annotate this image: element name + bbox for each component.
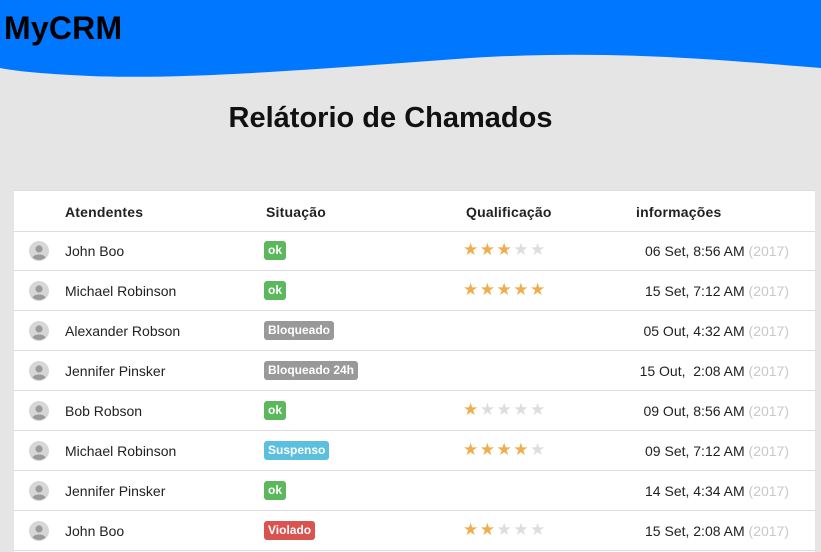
table-row[interactable]: John Boo Violado ★★★★★ 15 Set, 2:08 AM (201… <box>14 511 815 551</box>
star-filled-icon: ★ <box>463 400 480 419</box>
agent-name: John Boo <box>65 523 125 539</box>
header-agents[interactable]: Atendentes <box>65 204 143 220</box>
brand-logo[interactable]: MyCRM <box>4 10 122 47</box>
ticket-info: 05 Out, 4:32 AM (2017) <box>604 323 789 339</box>
star-filled-icon: ★ <box>530 280 547 299</box>
star-filled-icon: ★ <box>463 240 480 259</box>
rating-stars: ★★★★★ <box>463 240 547 260</box>
rating-stars: ★★★★★ <box>463 440 547 460</box>
avatar-icon <box>29 281 49 301</box>
ticket-year: (2017) <box>748 283 789 299</box>
star-empty-icon: ★ <box>530 440 547 459</box>
header-wave <box>0 0 821 77</box>
ticket-info: 15 Out, 2:08 AM (2017) <box>604 363 789 379</box>
star-empty-icon: ★ <box>496 520 514 539</box>
table-row[interactable]: John Boo ok ★★★★★ 06 Set, 8:56 AM (2017) <box>14 231 815 271</box>
status-badge: ok <box>264 241 287 260</box>
avatar-icon <box>29 241 49 261</box>
star-filled-icon: ★ <box>513 280 530 299</box>
ticket-info: 15 Set, 7:12 AM (2017) <box>604 283 789 299</box>
ticket-year: (2017) <box>748 403 789 419</box>
table-row[interactable]: Michael Robinson ok ★★★★★ 15 Set, 7:12 AM (… <box>14 271 815 311</box>
avatar-icon <box>29 521 49 541</box>
star-filled-icon: ★ <box>496 240 514 259</box>
ticket-datetime: 15 Set, 7:12 AM <box>645 283 749 299</box>
table-row[interactable]: Alexander Robson Bloqueado 05 Out, 4:32 AM… <box>14 311 815 351</box>
table-row[interactable]: Bob Robson ok ★★★★★ 09 Out, 8:56 AM (2017) <box>14 391 815 431</box>
rating-stars: ★★★★★ <box>463 400 547 420</box>
status-badge: ok <box>264 281 287 300</box>
ticket-info: 15 Set, 2:08 AM (2017) <box>604 523 789 539</box>
ticket-info: 06 Set, 8:56 AM (2017) <box>604 243 789 259</box>
star-empty-icon: ★ <box>530 520 547 539</box>
star-empty-icon: ★ <box>479 400 497 419</box>
agent-name: Jennifer Pinsker <box>65 363 166 379</box>
ticket-year: (2017) <box>748 243 789 259</box>
table-row[interactable]: Jennifer Pinsker Bloqueado 24h 15 Out, 2:0… <box>14 351 815 391</box>
star-filled-icon: ★ <box>496 280 514 299</box>
ticket-year: (2017) <box>748 483 789 499</box>
agent-name: Alexander Robson <box>65 323 181 339</box>
status-badge: Suspenso <box>264 441 330 460</box>
ticket-info: 09 Set, 7:12 AM (2017) <box>604 443 789 459</box>
table-header-row: Atendentes Situação Qualificação informa… <box>14 191 815 232</box>
rating-stars: ★★★★★ <box>463 280 547 300</box>
star-filled-icon: ★ <box>479 520 497 539</box>
ticket-datetime: 14 Set, 4:34 AM <box>645 483 749 499</box>
ticket-info: 09 Out, 8:56 AM (2017) <box>604 403 789 419</box>
ticket-datetime: 15 Set, 2:08 AM <box>645 523 749 539</box>
agent-name: Jennifer Pinsker <box>65 483 166 499</box>
ticket-year: (2017) <box>748 443 789 459</box>
star-empty-icon: ★ <box>530 240 547 259</box>
status-badge: Violado <box>264 521 316 540</box>
table-row[interactable]: Michael Robinson Suspenso ★★★★★ 09 Set, 7:1… <box>14 431 815 471</box>
table-row[interactable]: Jennifer Pinsker ok 14 Set, 4:34 AM (2017) <box>14 471 815 511</box>
star-filled-icon: ★ <box>463 440 480 459</box>
avatar-icon <box>29 401 49 421</box>
star-filled-icon: ★ <box>479 440 497 459</box>
avatar-icon <box>29 481 49 501</box>
avatar-icon <box>29 361 49 381</box>
star-empty-icon: ★ <box>496 400 514 419</box>
star-filled-icon: ★ <box>479 240 497 259</box>
status-badge: ok <box>264 401 287 420</box>
rating-stars: ★★★★★ <box>463 520 547 540</box>
agent-name: John Boo <box>65 243 125 259</box>
star-empty-icon: ★ <box>530 400 547 419</box>
avatar-icon <box>29 321 49 341</box>
agent-name: Michael Robinson <box>65 283 177 299</box>
header-rating[interactable]: Qualificação <box>466 204 552 220</box>
avatar-icon <box>29 441 49 461</box>
star-filled-icon: ★ <box>479 280 497 299</box>
ticket-year: (2017) <box>748 323 789 339</box>
status-badge: Bloqueado 24h <box>264 361 359 380</box>
ticket-datetime: 09 Out, 8:56 AM <box>643 403 749 419</box>
star-filled-icon: ★ <box>513 440 530 459</box>
star-filled-icon: ★ <box>496 440 514 459</box>
agent-name: Michael Robinson <box>65 443 177 459</box>
ticket-datetime: 09 Set, 7:12 AM <box>645 443 749 459</box>
ticket-datetime: 05 Out, 4:32 AM <box>643 323 749 339</box>
star-empty-icon: ★ <box>513 520 530 539</box>
page-title: Relátorio de Chamados <box>228 102 553 134</box>
tickets-table: Atendentes Situação Qualificação informa… <box>14 190 815 552</box>
star-filled-icon: ★ <box>463 520 480 539</box>
ticket-info: 14 Set, 4:34 AM (2017) <box>604 483 789 499</box>
star-empty-icon: ★ <box>513 240 530 259</box>
ticket-datetime: 06 Set, 8:56 AM <box>645 243 749 259</box>
star-empty-icon: ★ <box>513 400 530 419</box>
ticket-datetime: 15 Out, 2:08 AM <box>639 363 749 379</box>
status-badge: Bloqueado <box>264 321 334 340</box>
header-banner: MyCRM <box>0 0 821 80</box>
star-filled-icon: ★ <box>463 280 480 299</box>
status-badge: ok <box>264 481 287 500</box>
header-status[interactable]: Situação <box>266 204 326 220</box>
ticket-year: (2017) <box>748 363 789 379</box>
ticket-year: (2017) <box>748 523 789 539</box>
header-info[interactable]: informações <box>636 204 721 220</box>
agent-name: Bob Robson <box>65 403 143 419</box>
